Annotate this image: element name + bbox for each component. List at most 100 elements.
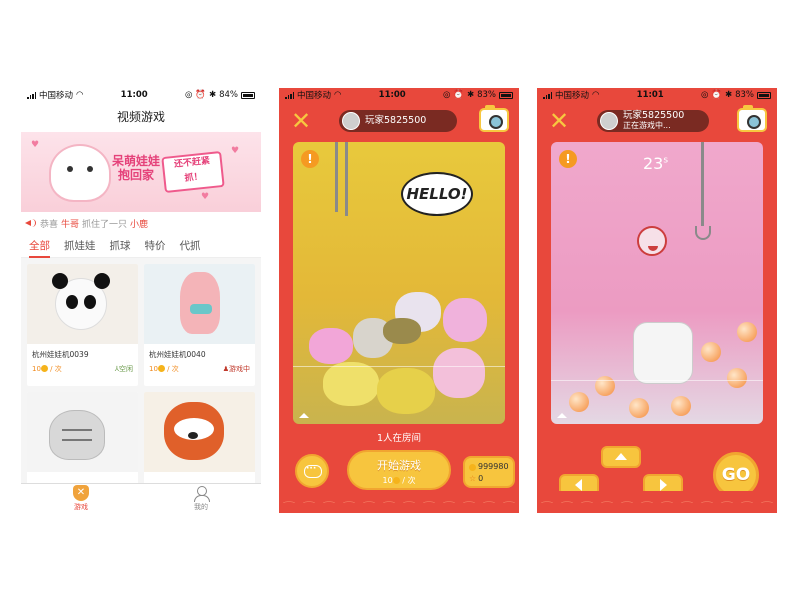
status-bar: 中国移动 ◠ 11:00 ◎ ⏰ ✱ 83%: [279, 88, 519, 102]
tab-specials[interactable]: 特价: [145, 238, 166, 253]
status-bar: 中国移动 ◠ 11:01 ◎ ⏰ ✱ 83%: [537, 88, 777, 102]
avatar: [600, 112, 618, 130]
start-game-cost: 10 / 次: [382, 476, 416, 485]
tab-balls[interactable]: 抓球: [110, 238, 131, 253]
plush-toy: [433, 348, 485, 398]
capsule-ball: [569, 392, 589, 412]
clock: 11:01: [636, 90, 664, 100]
heart-icon: ♥: [231, 146, 240, 156]
prize-name: 小鹿: [130, 219, 149, 230]
camera-switch-icon[interactable]: [479, 105, 509, 132]
machine-grid: 杭州娃娃机0039 10 / 次 ⅄空闲 杭州娃娃机0040 10 / 次 ♟游戏中: [21, 258, 261, 485]
player-badge: 玩家5825500: [339, 110, 457, 132]
panda-plush-image: [52, 273, 110, 330]
capsule-ball: [737, 322, 757, 342]
status-bar: 中国移动 ◠ 11:00 ◎ ⏰ ✱ 84%: [21, 88, 261, 102]
machine-status: 游戏中: [229, 365, 250, 373]
lock-rotation-icon: ◎: [442, 90, 451, 100]
move-up-button[interactable]: [601, 446, 641, 468]
coin-balance: 999980: [478, 462, 509, 471]
start-game-button[interactable]: 开始游戏 10 / 次: [347, 450, 451, 490]
bluetooth-icon: ✱: [208, 90, 217, 100]
raccoon-plush-image: [164, 402, 224, 460]
capsule-ball: [595, 376, 615, 396]
promo-banner[interactable]: ♥ ♥ ♥ 呆萌娃娃 抱回家 还不赶紧 抓！: [21, 132, 261, 212]
wallet-panel[interactable]: 999980 ☆ 0: [463, 456, 515, 488]
machine-card[interactable]: 杭州娃娃机0040 10 / 次 ♟游戏中: [144, 264, 255, 386]
mascot-image: [637, 226, 667, 256]
report-icon[interactable]: !: [559, 150, 577, 168]
playing-screen: 中国移动 ◠ 11:01 ◎ ⏰ ✱ 83% ✕ 玩家5825500 正在游戏中... !…: [537, 88, 777, 513]
capsule-ball: [727, 368, 747, 388]
claw-machine-video: ! HELLO!: [293, 142, 505, 424]
nav-profile[interactable]: 我的: [141, 484, 261, 513]
bottom-nav: ✕ 游戏 我的: [21, 483, 261, 513]
plush-toy: [383, 318, 421, 344]
capsule-ball: [671, 396, 691, 416]
room-topbar: ✕ 玩家5825500 正在游戏中...: [537, 105, 777, 134]
speaker-icon: [25, 218, 37, 228]
report-icon[interactable]: !: [301, 150, 319, 168]
machine-price: 10: [32, 365, 41, 373]
signal-icon: [27, 91, 36, 99]
plush-toy: [309, 328, 353, 364]
start-game-label: 开始游戏: [377, 459, 421, 472]
wave-pattern: [279, 491, 519, 513]
battery-percent: 84%: [219, 90, 238, 100]
star-icon: ☆: [469, 474, 477, 483]
glass-edge: [293, 366, 505, 367]
deer-plush-image: [180, 272, 220, 334]
claw-cable: [701, 142, 704, 226]
banner-headline: 呆萌娃娃 抱回家: [111, 154, 160, 182]
lock-rotation-icon: ◎: [700, 90, 709, 100]
machine-card[interactable]: [27, 392, 138, 485]
signal-icon: [285, 91, 294, 99]
battery-icon: [240, 91, 255, 99]
clock: 11:00: [378, 90, 406, 100]
carrier: 中国移动: [39, 91, 74, 101]
alarm-icon: ⏰: [195, 90, 206, 100]
profile-icon: [194, 485, 210, 502]
lobby-screen: 中国移动 ◠ 11:00 ◎ ⏰ ✱ 84% 视频游戏 ♥ ♥ ♥ 呆萌娃娃 抱回家 还不…: [21, 88, 261, 513]
tab-proxy[interactable]: 代抓: [180, 238, 201, 253]
machine-image: [144, 264, 255, 344]
wifi-icon: ◠: [76, 90, 84, 100]
bluetooth-icon: ✱: [724, 90, 733, 100]
claw-cable: [335, 142, 338, 212]
banner-sign: 还不赶紧 抓！: [161, 150, 225, 194]
countdown-timer: 23s: [643, 154, 669, 173]
game-icon: ✕: [73, 485, 89, 501]
alarm-icon: ⏰: [711, 90, 722, 100]
wave-pattern: [537, 491, 777, 513]
tab-dolls[interactable]: 抓娃娃: [64, 238, 96, 253]
glass-edge: [551, 380, 763, 381]
close-icon[interactable]: ✕: [549, 109, 569, 133]
battery-percent: 83%: [735, 90, 754, 100]
carrier: 中国移动: [555, 91, 590, 101]
player-name: 玩家5825500: [623, 110, 685, 121]
coin-icon: [469, 463, 476, 471]
category-tabs: 全部 抓娃娃 抓球 特价 代抓: [21, 234, 261, 258]
wifi-icon: ◠: [334, 90, 342, 100]
pillow-prize: [633, 322, 693, 384]
coin-icon: [40, 365, 48, 372]
heart-icon: ♥: [201, 192, 210, 202]
player-name: 玩家5825500: [365, 115, 427, 126]
expand-icon[interactable]: [557, 413, 567, 418]
hello-sign: HELLO!: [401, 172, 473, 216]
claw-machine-video: ! 23s: [551, 142, 763, 424]
machine-status: 空闲: [119, 365, 133, 373]
nav-game[interactable]: ✕ 游戏: [21, 484, 141, 513]
close-icon[interactable]: ✕: [291, 109, 311, 133]
machine-card[interactable]: 杭州娃娃机0039 10 / 次 ⅄空闲: [27, 264, 138, 386]
claw-head: [695, 226, 711, 240]
room-screen: 中国移动 ◠ 11:00 ◎ ⏰ ✱ 83% ✕ 玩家5825500 ! HELLO! …: [279, 88, 519, 513]
room-topbar: ✕ 玩家5825500: [279, 105, 519, 134]
battery-icon: [498, 91, 513, 99]
tab-all[interactable]: 全部: [29, 238, 50, 258]
expand-icon[interactable]: [299, 413, 309, 418]
machine-image: [27, 392, 138, 472]
machine-card[interactable]: [144, 392, 255, 485]
camera-switch-icon[interactable]: [737, 105, 767, 132]
chat-button[interactable]: [295, 454, 329, 488]
